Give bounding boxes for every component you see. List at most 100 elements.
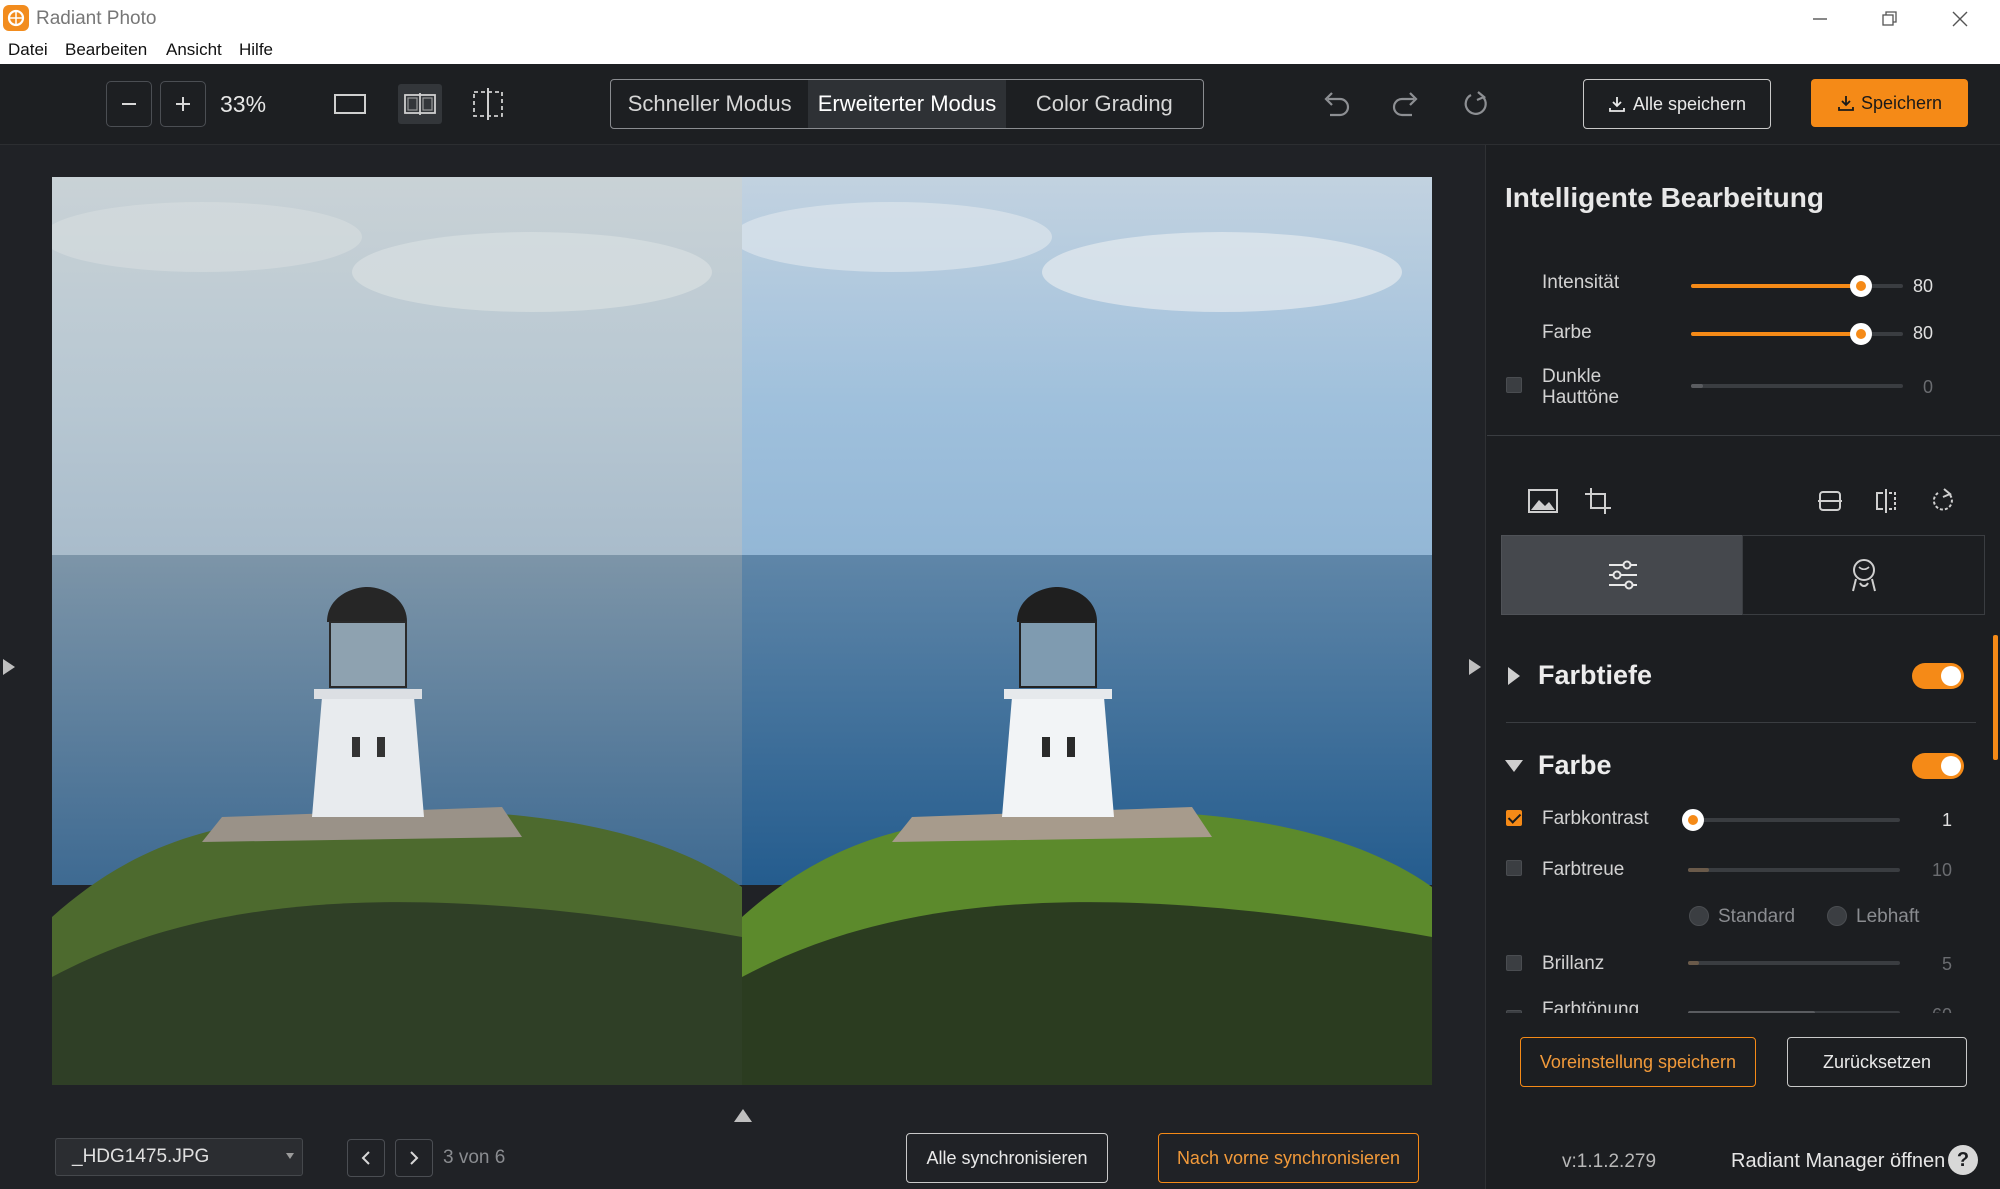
dark-skin-checkbox[interactable]	[1506, 377, 1522, 393]
filmstrip-toggle[interactable]	[733, 1107, 753, 1123]
menu-ansicht[interactable]: Ansicht	[166, 40, 222, 60]
download-icon	[1837, 94, 1855, 112]
reset-icon	[1461, 89, 1491, 119]
slider-dark-skin[interactable]	[1691, 384, 1903, 388]
photo-before	[52, 177, 742, 1085]
redo-icon	[1390, 90, 1422, 118]
section-title-farbtiefe[interactable]: Farbtiefe	[1538, 660, 1652, 691]
reset-button[interactable]	[1456, 86, 1496, 122]
section-divider	[1506, 722, 1976, 723]
photo-after	[742, 177, 1432, 1085]
slider-farbtreue[interactable]	[1688, 868, 1900, 872]
version-label: v:1.1.2.279	[1562, 1151, 1657, 1172]
slider-value-dark-skin: 0	[1922, 377, 1933, 397]
reset-settings-button[interactable]: Zurücksetzen	[1787, 1037, 1967, 1087]
collapse-farbe-icon[interactable]	[1504, 758, 1524, 774]
face-icon	[1849, 557, 1879, 593]
slider-value-farbkontrast: 1	[1941, 810, 1952, 830]
slider-value-farbtreue: 10	[1931, 860, 1952, 880]
slider-label-farbkontrast: Farbkontrast	[1542, 808, 1649, 829]
undo-button[interactable]	[1316, 86, 1356, 122]
chevron-down-icon	[286, 1153, 294, 1159]
slider-fill	[1688, 868, 1710, 872]
radio-label-lebhaft: Lebhaft	[1856, 906, 1920, 927]
tab-adjustments[interactable]	[1501, 535, 1744, 615]
chevron-left-icon	[359, 1150, 373, 1166]
save-button[interactable]: Speichern	[1811, 79, 1968, 127]
slider-brillanz[interactable]	[1688, 961, 1900, 965]
menu-bearbeiten[interactable]: Bearbeiten	[65, 40, 147, 60]
slider-fill	[1688, 1011, 1816, 1013]
straighten-icon	[1817, 488, 1843, 514]
image-tool-button[interactable]	[1525, 485, 1561, 517]
slider-label-color: Farbe	[1542, 322, 1592, 343]
slider-fill	[1691, 332, 1861, 336]
slider-thumb[interactable]	[1849, 275, 1872, 297]
menu-bar	[0, 38, 2000, 65]
minimize-button[interactable]	[1785, 0, 1855, 38]
left-panel-toggle[interactable]	[2, 658, 16, 676]
menu-hilfe[interactable]: Hilfe	[239, 40, 273, 60]
save-all-label: Alle speichern	[1632, 93, 1747, 114]
redo-button[interactable]	[1386, 86, 1426, 122]
section-title-farbe[interactable]: Farbe	[1538, 750, 1612, 781]
app-window: Radiant Photo Datei Bearbeiten Ansicht H…	[0, 0, 2000, 1189]
brillanz-checkbox[interactable]	[1506, 955, 1522, 971]
compare-button[interactable]	[466, 84, 510, 124]
open-manager-link[interactable]: Radiant Manager öffnen	[1731, 1150, 1945, 1173]
mode-advanced[interactable]: Erweiterter Modus	[808, 80, 1006, 128]
zoom-out-button[interactable]	[106, 81, 152, 127]
slider-label-farbtreue: Farbtreue	[1542, 859, 1625, 880]
compare-icon	[470, 87, 506, 121]
farbtoenung-checkbox[interactable]	[1506, 1010, 1522, 1013]
slider-farbtoenung[interactable]	[1688, 1011, 1900, 1013]
flip-tool-button[interactable]	[1868, 485, 1904, 517]
slider-fill	[1688, 961, 1699, 965]
panel-scrollbar[interactable]	[1993, 635, 1998, 760]
slider-value-intensity: 80	[1912, 276, 1933, 296]
expand-farbtiefe-icon[interactable]	[1506, 666, 1522, 686]
chevron-right-icon	[407, 1150, 421, 1166]
radio-lebhaft[interactable]	[1827, 906, 1847, 926]
crop-tool-button[interactable]	[1580, 485, 1616, 517]
right-panel-toggle[interactable]	[1468, 658, 1482, 676]
rotate-tool-button[interactable]	[1925, 485, 1961, 517]
sliders-icon	[1606, 558, 1640, 592]
panel-divider	[1487, 435, 2000, 436]
slider-farbkontrast[interactable]	[1682, 809, 1900, 831]
zoom-in-button[interactable]	[160, 81, 206, 127]
file-select[interactable]: _HDG1475.JPG	[55, 1138, 303, 1176]
slider-value-color: 80	[1912, 323, 1933, 343]
close-button[interactable]	[1925, 0, 1995, 38]
help-button[interactable]: ?	[1948, 1145, 1978, 1175]
split-view-button[interactable]	[398, 84, 442, 124]
farbtreue-checkbox[interactable]	[1506, 860, 1522, 876]
sync-all-button[interactable]: Alle synchronisieren	[906, 1133, 1108, 1183]
menu-datei[interactable]: Datei	[8, 40, 48, 60]
slider-thumb[interactable]	[1849, 323, 1872, 345]
tab-portrait[interactable]	[1742, 535, 1985, 615]
save-label: Speichern	[1860, 92, 1943, 113]
zoom-out-icon	[119, 94, 139, 114]
next-image-button[interactable]	[395, 1139, 433, 1177]
file-name: _HDG1475.JPG	[72, 1146, 210, 1167]
restore-button[interactable]	[1855, 0, 1925, 38]
previous-image-button[interactable]	[347, 1139, 385, 1177]
flip-icon	[1873, 488, 1899, 514]
single-view-button[interactable]	[330, 86, 370, 122]
toggle-farbtiefe[interactable]	[1912, 663, 1964, 689]
sync-forward-button[interactable]: Nach vorne synchronisieren	[1158, 1133, 1419, 1183]
straighten-tool-button[interactable]	[1812, 485, 1848, 517]
farbkontrast-checkbox[interactable]	[1506, 810, 1522, 826]
slider-value-farbtoenung: 60	[1912, 1005, 1952, 1013]
save-preset-button[interactable]: Voreinstellung speichern	[1520, 1037, 1756, 1087]
toggle-farbe[interactable]	[1912, 753, 1964, 779]
mode-color-grading[interactable]: Color Grading	[1006, 80, 1203, 128]
slider-color[interactable]	[1691, 323, 1903, 345]
save-all-button[interactable]: Alle speichern	[1583, 79, 1771, 129]
slider-thumb[interactable]	[1682, 809, 1705, 831]
mode-quick[interactable]: Schneller Modus	[611, 80, 808, 128]
radio-standard[interactable]	[1689, 906, 1709, 926]
image-icon	[1527, 488, 1559, 514]
slider-intensity[interactable]	[1691, 275, 1903, 297]
